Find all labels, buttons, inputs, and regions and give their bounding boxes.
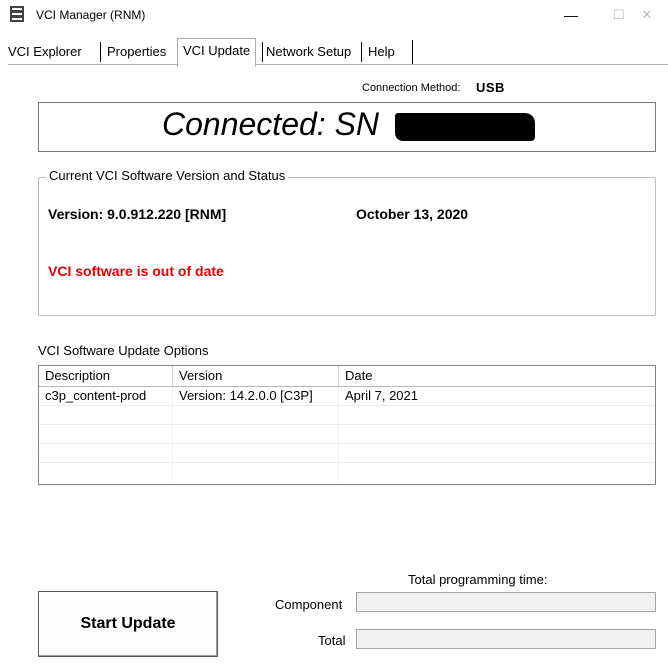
empty-row bbox=[39, 463, 655, 481]
row-version: Version: 14.2.0.0 [C3P] bbox=[173, 387, 339, 405]
tab-divider bbox=[361, 42, 362, 62]
window-title: VCI Manager (RNM) bbox=[36, 8, 146, 22]
column-header-description[interactable]: Description bbox=[39, 366, 173, 386]
empty-row bbox=[39, 406, 655, 425]
minimize-icon: — bbox=[564, 7, 578, 23]
status-message: VCI software is out of date bbox=[48, 263, 224, 279]
close-button[interactable]: ✕ bbox=[626, 0, 668, 30]
update-options-list[interactable]: Description Version Date c3p_content-pro… bbox=[38, 365, 656, 485]
tab-vci-explorer[interactable]: VCI Explorer bbox=[6, 40, 84, 64]
column-header-version[interactable]: Version bbox=[173, 366, 339, 386]
start-update-button[interactable]: Start Update bbox=[38, 591, 218, 657]
tab-divider bbox=[100, 42, 101, 62]
connection-status-text: Connected: SN bbox=[162, 106, 380, 142]
total-progress-field bbox=[356, 629, 656, 649]
redacted-serial-number bbox=[395, 113, 535, 141]
current-version-group-title: Current VCI Software Version and Status bbox=[46, 168, 289, 183]
total-programming-time-label: Total programming time: bbox=[408, 572, 548, 587]
app-icon bbox=[10, 6, 24, 22]
list-header: Description Version Date bbox=[39, 366, 655, 387]
table-row[interactable]: c3p_content-prod Version: 14.2.0.0 [C3P]… bbox=[39, 387, 655, 406]
connection-method-value: USB bbox=[476, 80, 505, 95]
column-header-date[interactable]: Date bbox=[339, 366, 655, 386]
row-description: c3p_content-prod bbox=[39, 387, 173, 405]
minimize-button[interactable]: — bbox=[548, 0, 594, 30]
current-version: Version: 9.0.912.220 [RNM] bbox=[48, 206, 227, 222]
component-label: Component bbox=[275, 597, 343, 612]
title-bar: VCI Manager (RNM) — ☐ ✕ bbox=[0, 0, 668, 30]
close-icon: ✕ bbox=[641, 7, 653, 22]
current-version-group bbox=[38, 177, 656, 316]
update-options-title: VCI Software Update Options bbox=[38, 343, 209, 358]
current-version-date: October 13, 2020 bbox=[356, 206, 469, 222]
connection-method-label: Connection Method: bbox=[362, 82, 461, 94]
maximize-icon: ☐ bbox=[613, 7, 625, 22]
tab-divider bbox=[412, 40, 413, 64]
tab-divider bbox=[262, 42, 263, 62]
component-progress-field bbox=[356, 592, 656, 612]
empty-row bbox=[39, 444, 655, 463]
empty-row bbox=[39, 425, 655, 444]
tab-vci-update[interactable]: VCI Update bbox=[177, 38, 257, 67]
tab-properties[interactable]: Properties bbox=[105, 40, 168, 64]
tab-help[interactable]: Help bbox=[366, 40, 397, 64]
tab-network-setup[interactable]: Network Setup bbox=[264, 40, 353, 64]
total-label: Total bbox=[318, 633, 346, 648]
row-date: April 7, 2021 bbox=[345, 388, 418, 403]
